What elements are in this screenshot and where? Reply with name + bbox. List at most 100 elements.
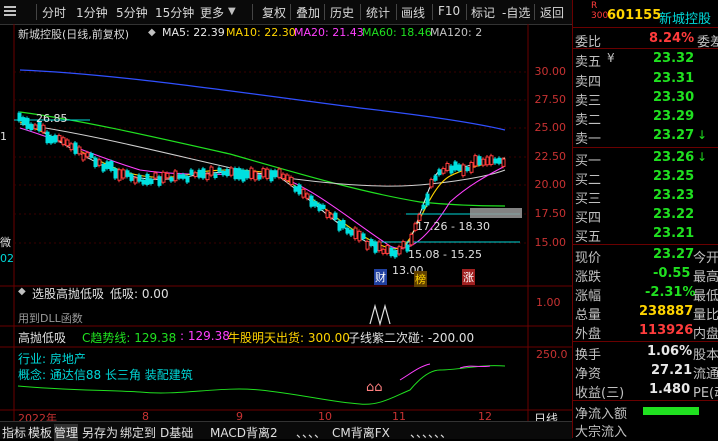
stat2-extra: 流通 [693,367,718,382]
buy5-price[interactable]: 23.21 [653,226,694,241]
candle-body [181,174,186,179]
buy1-price[interactable]: 23.26 [653,150,694,165]
y-tick: 17.50 [534,207,567,220]
r-badge-icon: R 300 [591,1,609,21]
fuquan-button[interactable]: 复权 [262,4,286,21]
tab-dots1[interactable]: 、、、、 [296,424,326,441]
stat-extra: 内盘 [693,327,718,342]
tab-cm[interactable]: CM背离FX [332,424,390,441]
range-annotation-2: 15.08 - 15.25 [408,248,482,261]
candle-body [17,112,22,122]
candle-body [81,153,86,161]
tab-bind[interactable]: 绑定到 [120,424,156,441]
sell4-price[interactable]: 23.31 [653,71,694,86]
kline-chart-area[interactable]: 新城控股(日线,前复权) ◆ MA5: 22.39 MA10: 22.30 MA… [0,24,572,438]
stat2-label: 收益(三) [575,386,625,401]
tab-save-as[interactable]: 另存为 [82,424,118,441]
buy1-label: 买一 [575,154,602,169]
draw-line-button[interactable]: 画线 [401,4,425,21]
candle-body [281,173,286,180]
y-tick: 25.00 [534,121,567,134]
tab-fenshi[interactable]: 分时 [42,4,66,21]
candle-body [461,164,466,177]
stat-value: -2.31% [645,285,696,300]
buy3-label: 买三 [575,192,602,207]
y-tick: 15.00 [534,236,567,249]
candle-body [61,137,66,145]
sell5-price[interactable]: 23.32 [653,51,694,66]
candle-body [65,139,70,147]
sell4-label: 卖四 [575,75,602,90]
candle-body [469,162,474,173]
stat-label: 总量 [575,308,602,323]
settings-icon[interactable]: ◆ [148,27,156,38]
ma10-label: MA10: 22.30 [226,26,296,39]
ma60-label: MA60: 18.46 [362,26,432,39]
candle-body [133,177,138,184]
candle-body [57,135,62,142]
back-button[interactable]: 返回 [540,4,564,21]
history-button[interactable]: 历史 [330,4,354,21]
more-button[interactable]: 更多 [200,4,224,21]
range-annotation-1: 17.26 - 18.30 [416,220,490,233]
candle-body [41,124,46,133]
sell5-label: 卖五 [575,55,602,70]
candle-body [301,188,306,198]
candle-body [309,195,314,207]
tab-template[interactable]: 模板 [28,424,52,441]
stat-value: 23.27 [653,247,695,262]
marker-bang[interactable]: 榜 [414,271,427,287]
candle-body [137,174,142,182]
candle-body [73,142,78,154]
tab-1min[interactable]: 1分钟 [76,4,108,21]
candle-body [129,173,134,181]
sell1-price[interactable]: 23.27 [653,128,694,143]
marker-cai[interactable]: 财 [374,269,387,285]
candle-body [445,162,450,171]
buy3-price[interactable]: 23.23 [653,188,694,203]
chevron-down-icon[interactable]: ▼ [228,6,236,17]
stat2-value: 1.480 [649,382,691,397]
sell3-price[interactable]: 23.30 [653,90,694,105]
sell2-price[interactable]: 23.29 [653,109,694,124]
buy2-price[interactable]: 23.25 [653,169,694,184]
tab-manage[interactable]: 管理 [54,424,79,441]
f10-button[interactable]: F10 [438,4,460,18]
self-select-button[interactable]: -自选 [502,4,530,21]
stats-button[interactable]: 统计 [366,4,390,21]
tab-dbasic[interactable]: D基础 [160,424,193,441]
candle-body [89,153,94,158]
candle-body [177,174,182,179]
candle-body [257,174,262,180]
stat-label: 现价 [575,251,602,266]
menu-icon[interactable] [4,5,16,17]
marker-zhang[interactable]: 涨 [462,269,475,285]
candle-body [341,220,346,229]
candle-body [333,212,338,220]
tab-5min[interactable]: 5分钟 [116,4,148,21]
quote-panel: R 300 601155 新城控股 委比 8.24% 委差 卖五 ¥ 23.32 … [572,0,718,440]
candle-body [237,168,242,180]
candle-body [97,159,102,166]
panel2-footer: 用到DLL函数 [18,312,83,325]
tab-dots2[interactable]: 、、、、、、 [410,424,452,441]
candle-body [165,172,170,179]
concept-label: 概念: 通达信88 长三角 装配建筑 [18,368,193,382]
candle-body [25,117,30,129]
panel2-chevron-icon[interactable]: ◆ [18,286,26,297]
candle-body [161,171,166,183]
tab-15min[interactable]: 15分钟 [155,4,194,21]
candle-body [117,169,122,181]
candle-body [433,175,438,181]
stat2-extra: PE(动) [693,386,718,401]
candle-body [49,135,54,144]
buy4-price[interactable]: 23.22 [653,207,694,222]
overlay-button[interactable]: 叠加 [296,4,320,21]
tab-indicator[interactable]: 指标 [2,424,26,441]
yen-icon: ¥ [607,51,615,65]
candle-body [229,167,234,176]
candle-body [225,169,230,177]
mark-button[interactable]: 标记 [471,4,495,21]
flow-label: 净流入额 [575,407,628,422]
tab-macd[interactable]: MACD背离2 [210,424,278,441]
